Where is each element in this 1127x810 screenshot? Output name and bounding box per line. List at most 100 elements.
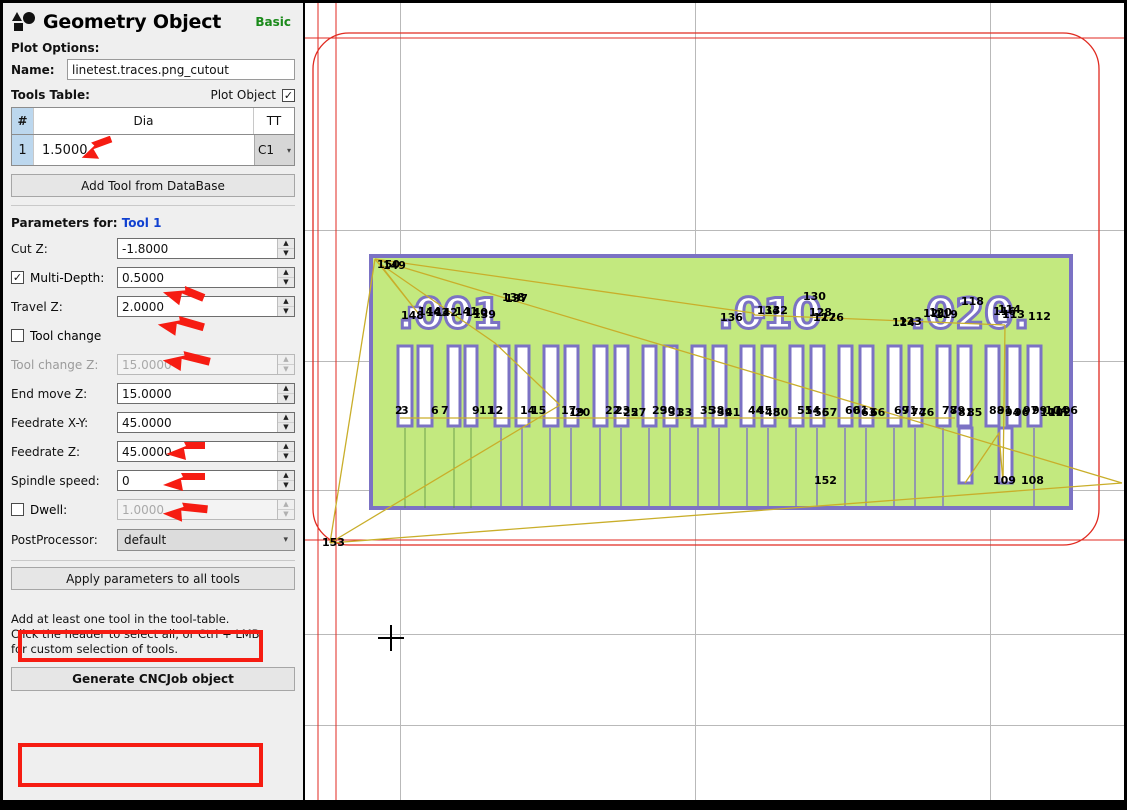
travel-z-label: Travel Z: (11, 299, 63, 314)
travel-z-field[interactable]: 2.0000 ▲ ▼ (117, 296, 295, 317)
path-label: 109 (993, 474, 1016, 487)
name-input[interactable]: linetest.traces.png_cutout (67, 59, 295, 80)
path-label: 152 (814, 474, 837, 487)
column-header-index[interactable]: # (12, 108, 34, 134)
feedrate-xy-field[interactable]: 45.0000 ▲ ▼ (117, 412, 295, 433)
path-label: 108 (1021, 474, 1044, 487)
feedrate-z-field[interactable]: 45.0000 ▲ ▼ (117, 441, 295, 462)
stepper-down-icon[interactable]: ▼ (278, 278, 294, 287)
stepper-down-icon[interactable]: ▼ (278, 249, 294, 258)
end-move-z-field[interactable]: 15.0000 ▲ ▼ (117, 383, 295, 404)
feedrate-z-value[interactable]: 45.0000 (118, 442, 277, 461)
column-header-tt[interactable]: TT (254, 108, 294, 134)
stepper-up-icon: ▲ (278, 355, 294, 365)
name-row: Name: linetest.traces.png_cutout (3, 57, 303, 82)
multi-depth-checkbox[interactable] (11, 271, 24, 284)
tools-table-dia-value[interactable]: 1.5000 (34, 135, 254, 165)
plot-options-label: Plot Options: (11, 41, 100, 55)
dwell-checkbox[interactable] (11, 503, 24, 516)
stepper-down-icon: ▼ (278, 365, 294, 374)
path-label: 41 (725, 406, 741, 419)
feedrate-xy-value[interactable]: 45.0000 (118, 413, 277, 432)
spindle-speed-value[interactable]: 0 (118, 471, 277, 490)
hint-line-3: for custom selection of tools. (11, 642, 178, 656)
stepper-down-icon[interactable]: ▼ (278, 481, 294, 490)
path-label: 153 (322, 536, 345, 549)
path-label: 119 (935, 308, 958, 321)
dwell-row: Dwell: 1.0000 ▲ ▼ (3, 495, 303, 524)
postprocessor-label: PostProcessor: (11, 533, 98, 547)
travel-z-stepper[interactable]: ▲ ▼ (277, 297, 294, 316)
path-label: 15 (531, 404, 547, 417)
path-label: 149 (383, 259, 406, 272)
pcb-geometry-plot: .001 .010 .020. (329, 254, 1123, 651)
stepper-down-icon[interactable]: ▼ (278, 423, 294, 432)
tool-change-row: Tool change (3, 321, 303, 350)
chevron-down-icon: ▾ (286, 145, 291, 155)
feedrate-xy-row: Feedrate X-Y: 45.0000 ▲ ▼ (3, 408, 303, 437)
end-move-z-value[interactable]: 15.0000 (118, 384, 277, 403)
generate-cncjob-button[interactable]: Generate CNCJob object (11, 667, 295, 691)
tool-change-z-value: 15.0000 (122, 357, 172, 372)
tools-table-row: Tools Table: Plot Object (3, 82, 303, 104)
multi-depth-value[interactable]: 0.5000 (118, 268, 277, 287)
tool-type-value: C1 (258, 143, 275, 157)
stepper-down-icon[interactable]: ▼ (278, 452, 294, 461)
tool-index-cell: 1 (12, 135, 34, 165)
feedrate-z-stepper[interactable]: ▲ ▼ (277, 442, 294, 461)
cut-z-stepper[interactable]: ▲ ▼ (277, 239, 294, 258)
parameters-title-tool[interactable]: Tool 1 (122, 216, 162, 230)
travel-z-value[interactable]: 2.0000 (118, 297, 277, 316)
tool-change-z-stepper: ▲ ▼ (277, 355, 294, 374)
plot-object-checkbox[interactable] (282, 88, 295, 102)
path-label: 50 (773, 406, 789, 419)
parameters-title: Parameters for: Tool 1 (3, 212, 303, 234)
stepper-up-icon[interactable]: ▲ (278, 268, 294, 278)
multi-depth-field[interactable]: 0.5000 ▲ ▼ (117, 267, 295, 288)
status-bar (0, 800, 1127, 810)
stepper-up-icon[interactable]: ▲ (278, 239, 294, 249)
geometry-shapes-icon (11, 11, 37, 33)
stepper-up-icon[interactable]: ▲ (278, 413, 294, 423)
multi-depth-label: Multi-Depth: (30, 270, 105, 285)
postprocessor-select[interactable]: default ▾ (117, 529, 295, 551)
tool-change-label-group: Tool change (11, 329, 117, 343)
stepper-up-icon: ▲ (278, 500, 294, 510)
stepper-down-icon[interactable]: ▼ (278, 394, 294, 403)
feedrate-xy-stepper[interactable]: ▲ ▼ (277, 413, 294, 432)
path-label: 106 (1055, 404, 1078, 417)
table-row[interactable]: 1 1.5000 C1 ▾ (12, 135, 294, 165)
chevron-down-icon: ▾ (283, 535, 288, 545)
tool-type-select[interactable]: C1 ▾ (254, 135, 294, 165)
add-tool-from-database-button[interactable]: Add Tool from DataBase (11, 174, 295, 197)
mode-badge: Basic (255, 15, 291, 29)
path-label: 7 (441, 404, 449, 417)
spindle-speed-field[interactable]: 0 ▲ ▼ (117, 470, 295, 491)
stepper-up-icon[interactable]: ▲ (278, 442, 294, 452)
path-label: 123 (899, 315, 922, 328)
spindle-speed-stepper[interactable]: ▲ ▼ (277, 471, 294, 490)
stepper-up-icon[interactable]: ▲ (278, 297, 294, 307)
dwell-value: 1.0000 (122, 502, 164, 517)
annotation-box-generate (18, 743, 263, 787)
path-label: 113 (1002, 308, 1025, 321)
cam-plot-canvas[interactable]: .001 .010 .020. 150 149 148 144 143 142 … (305, 3, 1124, 800)
dwell-label: Dwell: (30, 502, 68, 517)
stepper-down-icon[interactable]: ▼ (278, 307, 294, 316)
cut-z-field[interactable]: -1.8000 ▲ ▼ (117, 238, 295, 259)
tool-change-checkbox[interactable] (11, 329, 24, 342)
column-header-dia[interactable]: Dia (34, 108, 254, 134)
path-label: 130 (803, 290, 826, 303)
spindle-speed-row: Spindle speed: 0 ▲ ▼ (3, 466, 303, 495)
feedrate-z-label: Feedrate Z: (11, 444, 81, 459)
stepper-up-icon[interactable]: ▲ (278, 384, 294, 394)
tool-change-z-label: Tool change Z: (11, 357, 99, 372)
multi-depth-stepper[interactable]: ▲ ▼ (277, 268, 294, 287)
stepper-up-icon[interactable]: ▲ (278, 471, 294, 481)
travel-z-row: Travel Z: 2.0000 ▲ ▼ (3, 292, 303, 321)
apply-parameters-button[interactable]: Apply parameters to all tools (11, 567, 295, 590)
dwell-field: 1.0000 ▲ ▼ (117, 499, 295, 520)
cut-z-value[interactable]: -1.8000 (118, 239, 277, 258)
end-move-z-stepper[interactable]: ▲ ▼ (277, 384, 294, 403)
path-label: 3 (401, 404, 409, 417)
